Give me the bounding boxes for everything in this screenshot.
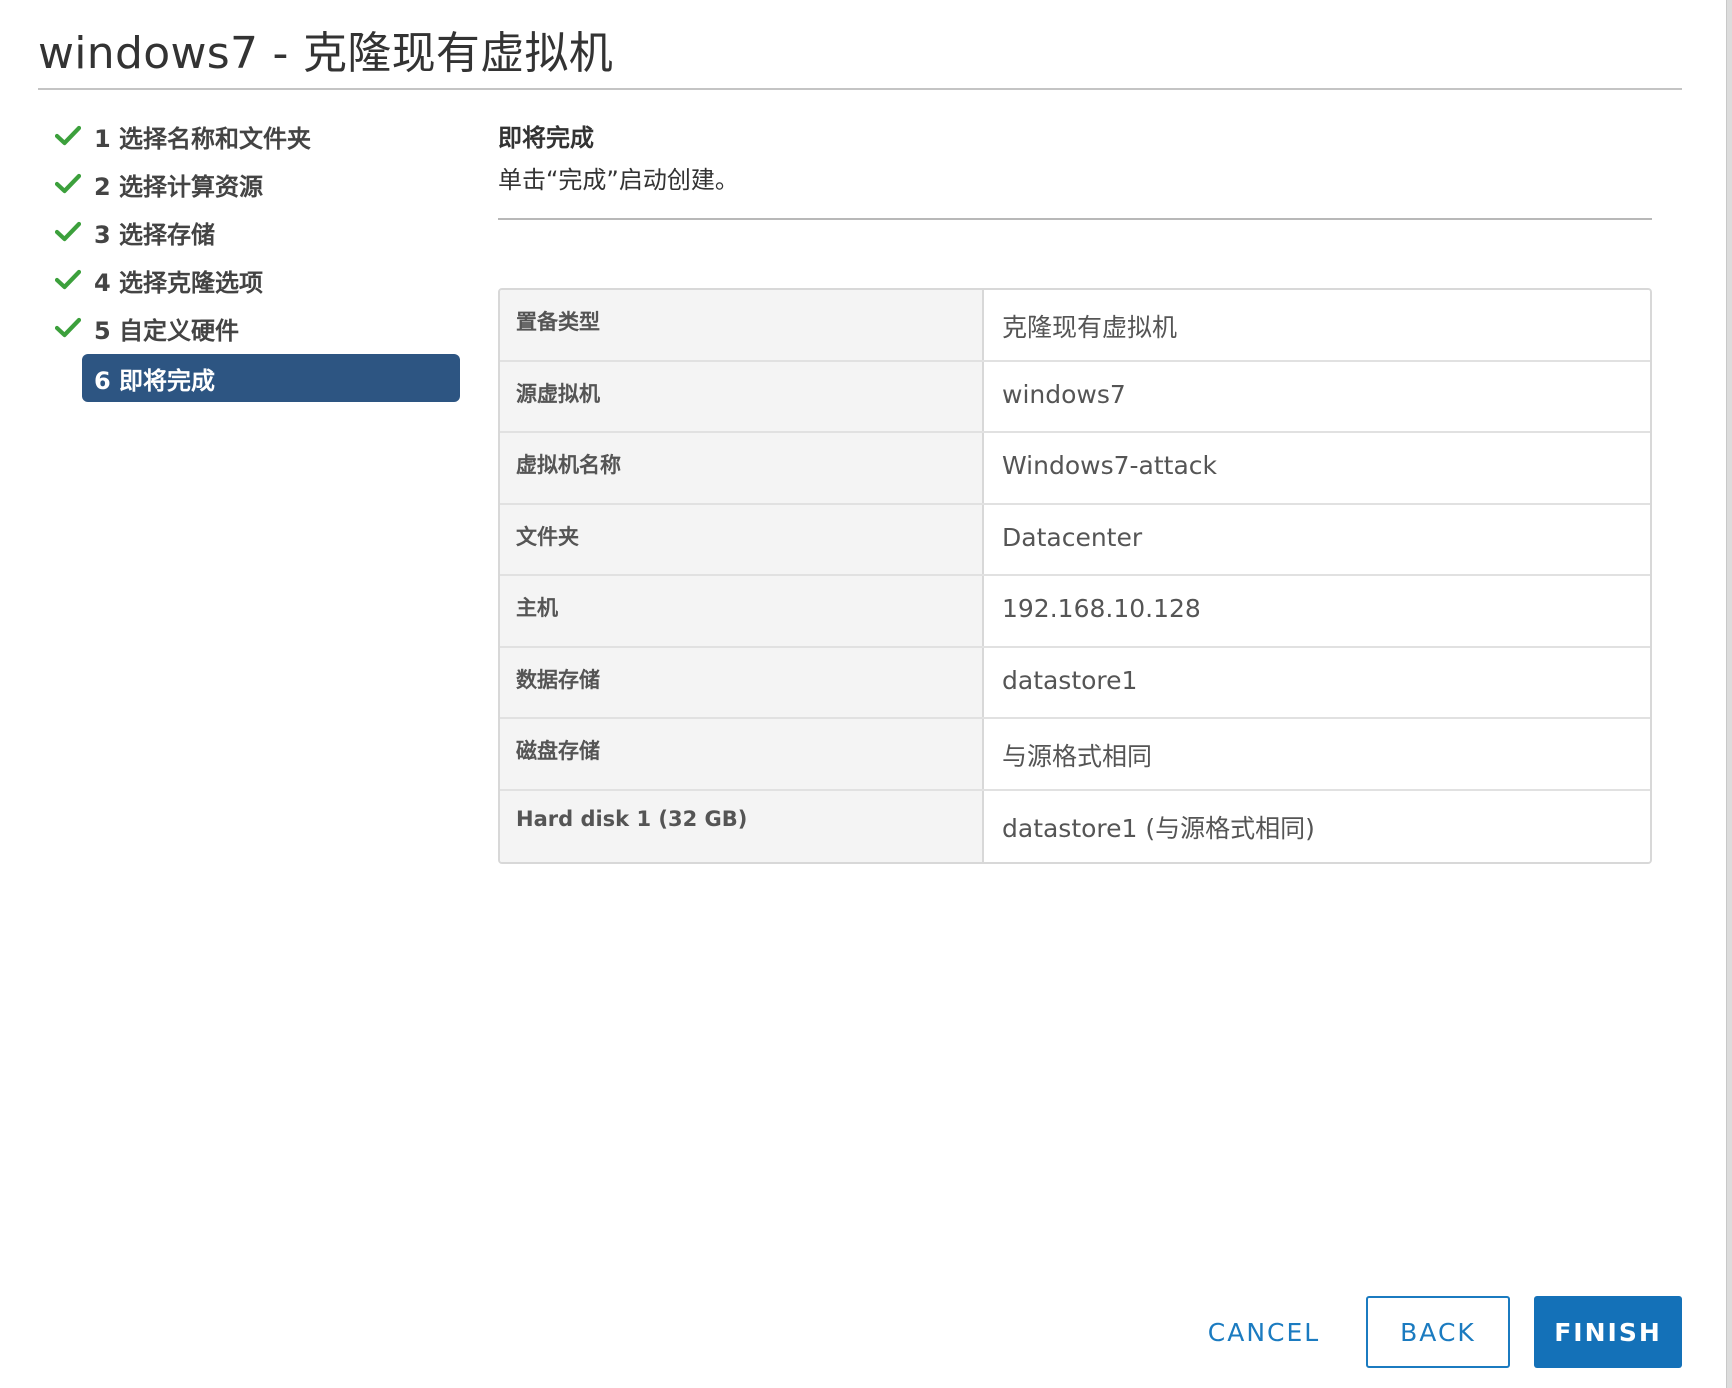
step-2[interactable]: 2 选择计算资源 (50, 160, 462, 208)
step-label: 2 选择计算资源 (94, 172, 264, 201)
step-4[interactable]: 4 选择克隆选项 (50, 256, 462, 304)
row-value: windows7 (984, 361, 1650, 431)
table-row: 文件夹 Datacenter (500, 504, 1650, 576)
row-key: 源虚拟机 (500, 361, 984, 431)
step-6-active[interactable]: 6 即将完成 (82, 354, 460, 402)
content-subtitle: 单击“完成”启动创建。 (498, 166, 739, 194)
step-label: 1 选择名称和文件夹 (94, 124, 312, 153)
step-label: 4 选择克隆选项 (94, 268, 264, 297)
finish-button[interactable]: FINISH (1534, 1296, 1682, 1368)
checkmark-icon (52, 314, 84, 342)
step-label: 3 选择存储 (94, 220, 216, 249)
row-key: 磁盘存储 (500, 719, 984, 789)
checkmark-icon (52, 170, 84, 198)
wizard-steps: 1 选择名称和文件夹 2 选择计算资源 3 选择存储 4 选择克隆选项 5 自定… (50, 112, 462, 402)
step-label: 5 自定义硬件 (94, 316, 240, 345)
step-1[interactable]: 1 选择名称和文件夹 (50, 112, 462, 160)
row-value: datastore1 (与源格式相同) (984, 790, 1650, 862)
step-content: 即将完成 单击“完成”启动创建。 (498, 118, 1652, 220)
row-key: Hard disk 1 (32 GB) (500, 790, 984, 862)
step-5[interactable]: 5 自定义硬件 (50, 304, 462, 352)
row-value: 与源格式相同 (984, 719, 1650, 789)
checkmark-icon (52, 218, 84, 246)
content-heading: 即将完成 (498, 124, 594, 152)
row-value: 克隆现有虚拟机 (984, 290, 1650, 360)
dialog-footer: CANCEL BACK FINISH (1184, 1296, 1682, 1368)
row-value: datastore1 (984, 647, 1650, 717)
dialog-title: windows7 - 克隆现有虚拟机 (38, 28, 614, 79)
table-row: 主机 192.168.10.128 (500, 576, 1650, 648)
content-divider (498, 218, 1652, 220)
row-key: 主机 (500, 576, 984, 646)
window-edge (1726, 0, 1732, 1388)
table-row: Hard disk 1 (32 GB) datastore1 (与源格式相同) (500, 790, 1650, 862)
step-label: 6 即将完成 (94, 366, 216, 395)
row-key: 置备类型 (500, 290, 984, 360)
table-row: 置备类型 克隆现有虚拟机 (500, 290, 1650, 362)
checkmark-icon (52, 122, 84, 150)
summary-table: 置备类型 克隆现有虚拟机 源虚拟机 windows7 虚拟机名称 Windows… (498, 288, 1652, 864)
checkmark-icon (52, 266, 84, 294)
row-value: Datacenter (984, 504, 1650, 574)
table-row: 数据存储 datastore1 (500, 647, 1650, 719)
back-button[interactable]: BACK (1366, 1296, 1510, 1368)
row-key: 数据存储 (500, 647, 984, 717)
dialog-header: windows7 - 克隆现有虚拟机 (38, 24, 1682, 90)
table-row: 磁盘存储 与源格式相同 (500, 719, 1650, 791)
row-value: 192.168.10.128 (984, 576, 1650, 646)
cancel-button[interactable]: CANCEL (1184, 1296, 1344, 1368)
row-value: Windows7-attack (984, 433, 1650, 503)
row-key: 文件夹 (500, 504, 984, 574)
row-key: 虚拟机名称 (500, 433, 984, 503)
table-row: 源虚拟机 windows7 (500, 361, 1650, 433)
table-row: 虚拟机名称 Windows7-attack (500, 433, 1650, 505)
step-3[interactable]: 3 选择存储 (50, 208, 462, 256)
